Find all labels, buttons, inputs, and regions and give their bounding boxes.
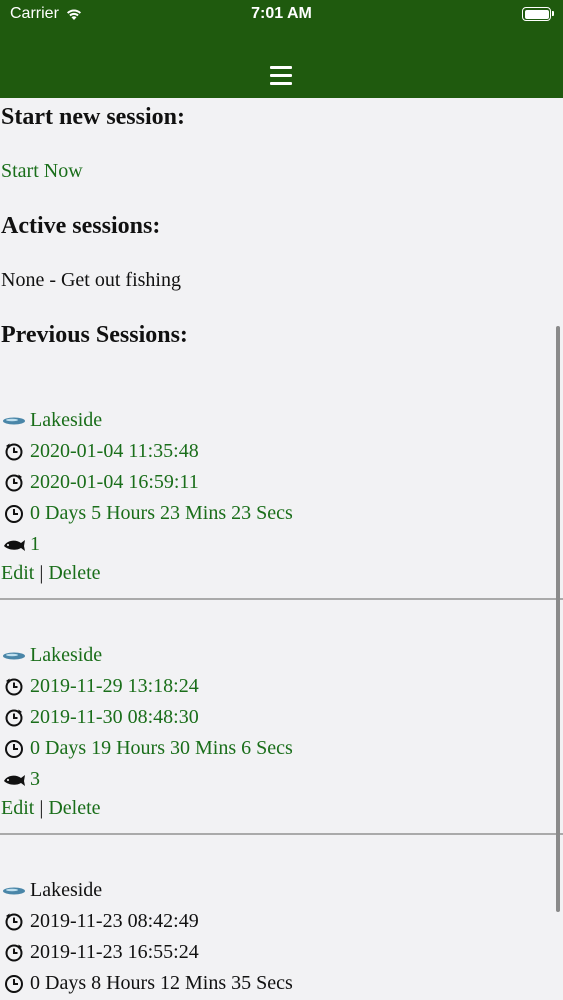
- session-location: Lakeside: [30, 879, 103, 901]
- session-location-row[interactable]: Lakeside: [0, 640, 563, 671]
- session-card: Lakeside 2019-11-29 13:18:24 2019-11-30 …: [0, 640, 563, 821]
- fish-icon: [1, 768, 26, 792]
- hamburger-menu-icon[interactable]: [270, 66, 292, 86]
- session-start-time: 2019-11-29 13:18:24: [30, 675, 199, 697]
- session-duration-row[interactable]: 0 Days 5 Hours 23 Mins 23 Secs: [0, 498, 563, 529]
- scrollbar[interactable]: [556, 326, 560, 912]
- clock-start-icon: [1, 675, 26, 699]
- session-end-row[interactable]: 2020-01-04 16:59:11: [0, 467, 563, 498]
- active-sessions-heading: Active sessions:: [1, 213, 161, 239]
- session-duration-row[interactable]: 0 Days 19 Hours 30 Mins 6 Secs: [0, 733, 563, 764]
- start-session-heading: Start new session:: [1, 104, 185, 130]
- edit-link[interactable]: Edit: [1, 797, 34, 820]
- status-time: 7:01 AM: [251, 5, 312, 22]
- previous-sessions-heading: Previous Sessions:: [1, 322, 188, 348]
- session-end-time: 2020-01-04 16:59:11: [30, 471, 199, 493]
- app-header: Carrier 7:01 AM: [0, 0, 563, 98]
- session-location: Lakeside: [30, 644, 103, 666]
- clock-start-icon: [1, 440, 26, 464]
- session-duration: 0 Days 19 Hours 30 Mins 6 Secs: [30, 737, 293, 759]
- start-now-link[interactable]: Start Now: [1, 160, 83, 183]
- session-catch-count: 1: [30, 533, 40, 555]
- session-duration-row[interactable]: 0 Days 8 Hours 12 Mins 35 Secs: [0, 968, 563, 999]
- lake-icon: [1, 409, 26, 433]
- battery-icon: [522, 7, 554, 21]
- session-start-time: 2019-11-23 08:42:49: [30, 910, 199, 932]
- session-location-row[interactable]: Lakeside: [0, 405, 563, 436]
- session-catches-row[interactable]: 1: [0, 529, 563, 560]
- clock-start-icon: [1, 910, 26, 934]
- session-catches-row[interactable]: 3: [0, 764, 563, 795]
- session-divider: [0, 833, 563, 835]
- delete-link[interactable]: Delete: [48, 562, 100, 585]
- active-sessions-empty: None - Get out fishing: [1, 269, 181, 291]
- action-separator: |: [39, 561, 44, 584]
- status-bar: Carrier 7:01 AM: [0, 0, 563, 30]
- session-actions: Edit | Delete: [0, 795, 563, 821]
- lake-icon: [1, 879, 26, 903]
- session-end-row[interactable]: 2019-11-30 08:48:30: [0, 702, 563, 733]
- session-start-row[interactable]: 2019-11-29 13:18:24: [0, 671, 563, 702]
- session-card: Lakeside 2020-01-04 11:35:48 2020-01-04 …: [0, 405, 563, 586]
- fish-icon: [1, 533, 26, 557]
- action-separator: |: [39, 796, 44, 819]
- clock-icon: [1, 972, 26, 996]
- lake-icon: [1, 644, 26, 668]
- session-start-row[interactable]: 2020-01-04 11:35:48: [0, 436, 563, 467]
- clock-icon: [1, 502, 26, 526]
- session-duration: 0 Days 8 Hours 12 Mins 35 Secs: [30, 972, 293, 994]
- session-start-row[interactable]: 2019-11-23 08:42:49: [0, 906, 563, 937]
- session-location: Lakeside: [30, 409, 103, 431]
- session-end-time: 2019-11-30 08:48:30: [30, 706, 199, 728]
- edit-link[interactable]: Edit: [1, 562, 34, 585]
- delete-link[interactable]: Delete: [48, 797, 100, 820]
- session-card: Lakeside 2019-11-23 08:42:49 2019-11-23 …: [0, 875, 563, 999]
- clock-end-icon: [1, 471, 26, 495]
- session-divider: [0, 598, 563, 600]
- clock-end-icon: [1, 706, 26, 730]
- clock-end-icon: [1, 941, 26, 965]
- session-location-row[interactable]: Lakeside: [0, 875, 563, 906]
- session-end-time: 2019-11-23 16:55:24: [30, 941, 199, 963]
- session-end-row[interactable]: 2019-11-23 16:55:24: [0, 937, 563, 968]
- session-catch-count: 3: [30, 768, 40, 790]
- main-content: Start new session: Start Now Active sess…: [0, 98, 563, 1000]
- session-actions: Edit | Delete: [0, 560, 563, 586]
- session-start-time: 2020-01-04 11:35:48: [30, 440, 199, 462]
- clock-icon: [1, 737, 26, 761]
- session-duration: 0 Days 5 Hours 23 Mins 23 Secs: [30, 502, 293, 524]
